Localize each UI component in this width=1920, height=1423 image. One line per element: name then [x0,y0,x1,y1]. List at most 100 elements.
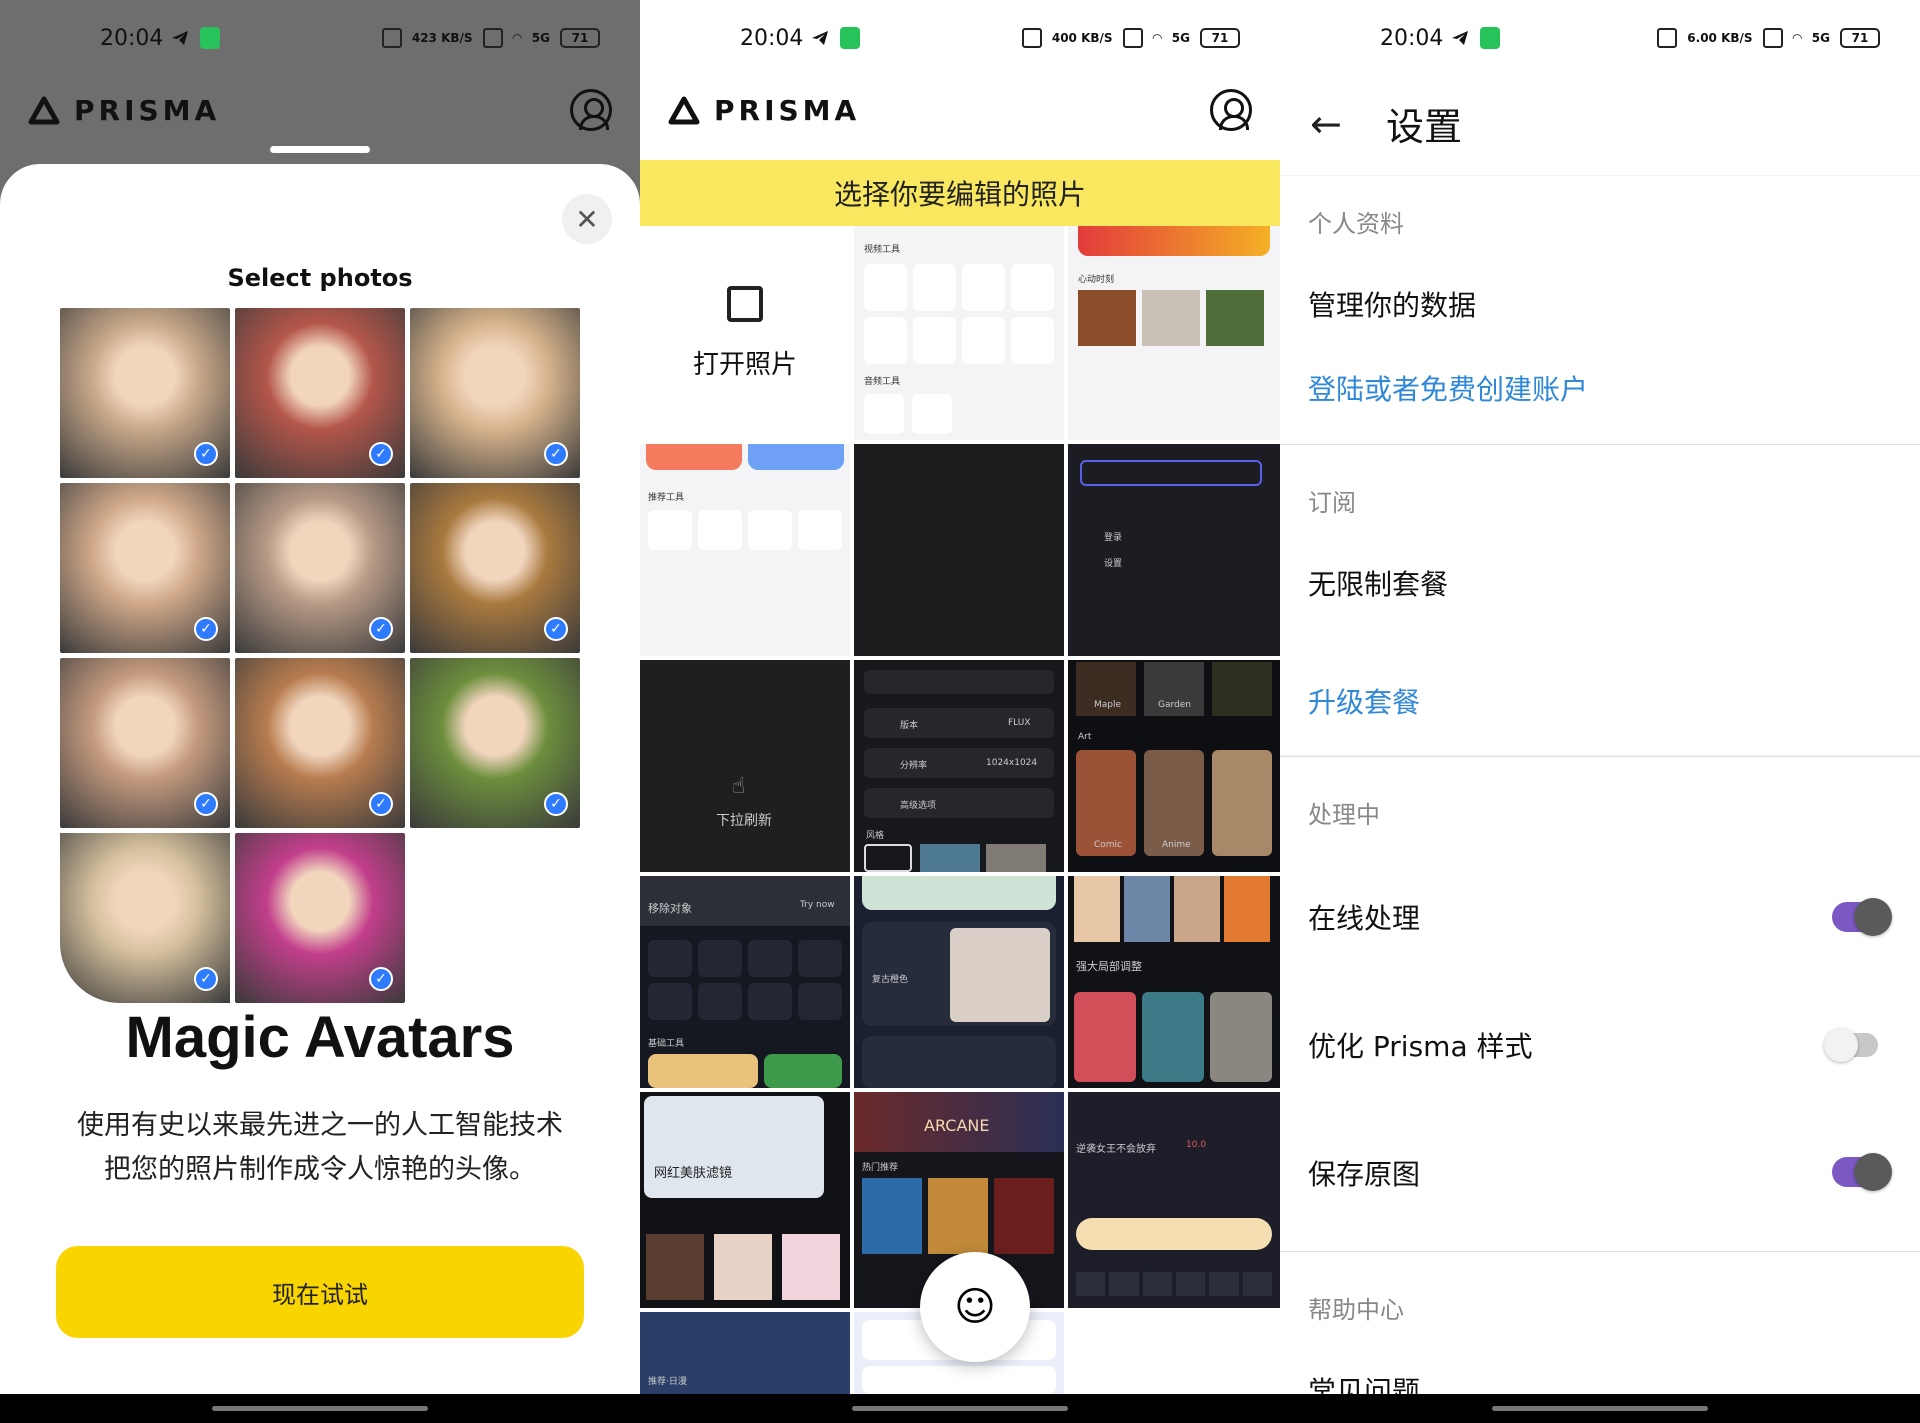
checkmark-icon: ✓ [544,617,568,641]
tile-label: ARCANE [924,1116,990,1135]
checkmark-icon: ✓ [194,967,218,991]
tile-label: Anime [1162,840,1191,850]
checkmark-icon: ✓ [369,792,393,816]
description-line: 使用有史以来最先进之一的人工智能技术 [77,1110,563,1141]
tile-label: 登录 [1104,533,1123,543]
status-time: 20:04 [100,26,164,51]
screenshot-tile[interactable]: 移除对象 Try now 基础工具 [640,876,850,1088]
screenshot-tile[interactable]: 网红美肤滤镜 [640,1092,850,1308]
online-processing-toggle[interactable] [1832,898,1892,936]
photo-thumbnail[interactable]: ✓ [60,483,230,653]
tile-label: 设置 [1104,559,1123,569]
photo-thumbnail[interactable]: ✓ [60,833,230,1003]
home-indicator[interactable] [212,1406,428,1411]
signal-label: 5G [531,31,550,45]
signal-label: 5G [1811,31,1830,45]
tile-label: 高级选项 [900,801,937,811]
home-indicator[interactable] [852,1406,1068,1411]
checkmark-icon: ✓ [369,617,393,641]
home-indicator[interactable] [1492,1406,1708,1411]
tile-label: 心动时刻 [1078,275,1115,285]
profile-icon[interactable] [1210,89,1252,131]
magic-avatars-sheet: ✕ Select photos ✓ ✓ ✓ ✓ ✓ ✓ ✓ ✓ ✓ ✓ ✓ Magic Avatar… [0,164,640,1394]
section-header: 帮助中心 [1308,1296,1404,1324]
close-icon: ✕ [575,202,599,236]
tile-label: 版本 [900,721,919,731]
screenshot-tile[interactable]: 下拉刷新 ☝ [640,660,850,872]
tile-label: 移除对象 [648,902,692,915]
photo-thumbnail[interactable]: ✓ [235,833,405,1003]
prisma-logo: PRISMA [28,94,220,127]
signal-label: 5G [1171,31,1190,45]
back-arrow-icon[interactable]: ← [1310,102,1342,146]
tile-label: 10.0 [1186,1140,1207,1150]
screenshot-tile[interactable]: 推荐工具 [640,444,850,656]
battery-icon: 71 [1200,28,1240,48]
select-photos-title: Select photos [227,264,413,292]
section-help: 帮助中心 常见问题 [1280,1252,1920,1408]
screenshot-tile[interactable]: 心动时刻 [1068,226,1280,440]
save-original-toggle[interactable] [1832,1153,1892,1191]
magic-avatars-description: 使用有史以来最先进之一的人工智能技术 把您的照片制作成令人惊艳的头像。 [40,1104,600,1192]
nav-bar [1280,1394,1920,1423]
network-speed: 423 KB/S [411,31,473,45]
upgrade-plan-link[interactable]: 升级套餐 [1308,681,1420,721]
tile-label: 复古橙色 [872,975,909,985]
tile-label: 1024x1024 [986,758,1038,768]
tile-label: Art [1078,732,1092,742]
photo-grid: ✓ ✓ ✓ ✓ ✓ ✓ ✓ ✓ ✓ ✓ ✓ [60,308,580,1003]
section-header: 处理中 [1308,801,1380,829]
photo-thumbnail[interactable]: ✓ [410,483,580,653]
sheet-grabber[interactable] [270,146,370,153]
shield-icon [200,27,220,49]
toggle-knob [1854,898,1892,936]
hand-icon: ☝ [732,774,746,799]
screenshot-tile[interactable]: 视频工具 音频工具 [854,226,1064,440]
panel-gallery: 20:04 400 KB/S ◠ 5G 71 PRISMA 选择你要编辑的照片 … [640,0,1280,1423]
brand-name: PRISMA [74,94,221,127]
plan-item[interactable]: 无限制套餐 [1308,563,1448,603]
screenshot-tile[interactable]: 版本 FLUX 分辨率 1024x1024 高级选项 风格 [854,660,1064,872]
open-photo-label: 打开照片 [692,349,797,380]
description-line: 把您的照片制作成令人惊艳的头像。 [104,1154,536,1185]
network-speed: 6.00 KB/S [1687,31,1753,45]
photo-thumbnail[interactable]: ✓ [410,308,580,478]
screenshot-tile[interactable]: 登录 设置 [1068,444,1280,656]
brand-name: PRISMA [714,94,861,127]
photo-thumbnail[interactable]: ✓ [410,658,580,828]
photo-thumbnail[interactable]: ✓ [235,483,405,653]
checkmark-icon: ✓ [544,442,568,466]
wifi-icon: ◠ [1792,31,1802,45]
pull-refresh-label: 下拉刷新 [716,813,772,829]
photo-thumbnail[interactable]: ✓ [60,308,230,478]
close-button[interactable]: ✕ [562,194,612,244]
login-link[interactable]: 登陆或者免费创建账户 [1308,368,1588,408]
status-bar: 20:04 6.00 KB/S ◠ 5G 71 [1280,0,1920,80]
manage-data-item[interactable]: 管理你的数据 [1308,284,1476,324]
select-photo-banner: 选择你要编辑的照片 [640,160,1280,226]
magic-edit-button[interactable]: ☺ [920,1252,1030,1362]
screenshot-tile[interactable]: 推荐·日漫 [640,1312,850,1394]
photo-thumbnail[interactable]: ✓ [235,308,405,478]
hd-icon [1762,28,1783,48]
section-subscription: 订阅 无限制套餐 升级套餐 [1280,445,1920,755]
optimize-style-toggle[interactable] [1824,1028,1878,1062]
screenshot-tile[interactable]: 逆袭女王不会放弃 10.0 [1068,1092,1280,1308]
checkmark-icon: ✓ [194,442,218,466]
photo-thumbnail[interactable]: ✓ [235,658,405,828]
screenshot-tile[interactable]: 复古橙色 [854,876,1064,1088]
panel-magic-avatars: 20:04 423 KB/S ◠ 5G 71 PRISMA ✕ Select p… [0,0,640,1423]
screenshot-tile[interactable]: 强大局部调整 [1068,876,1280,1088]
open-photo-button[interactable]: 打开照片 [640,226,850,440]
prisma-logo: PRISMA [668,94,860,127]
prisma-triangle-icon [668,96,700,124]
screenshot-tile[interactable] [854,444,1064,656]
telegram-icon [1452,31,1468,45]
screenshot-tile[interactable]: Maple Garden Art Comic Anime [1068,660,1280,872]
profile-icon[interactable] [570,89,612,131]
photo-thumbnail[interactable]: ✓ [60,658,230,828]
status-time: 20:04 [1380,26,1444,51]
telegram-icon [812,31,828,45]
try-now-button[interactable]: 现在试试 [56,1246,584,1338]
shield-icon [1480,27,1500,49]
